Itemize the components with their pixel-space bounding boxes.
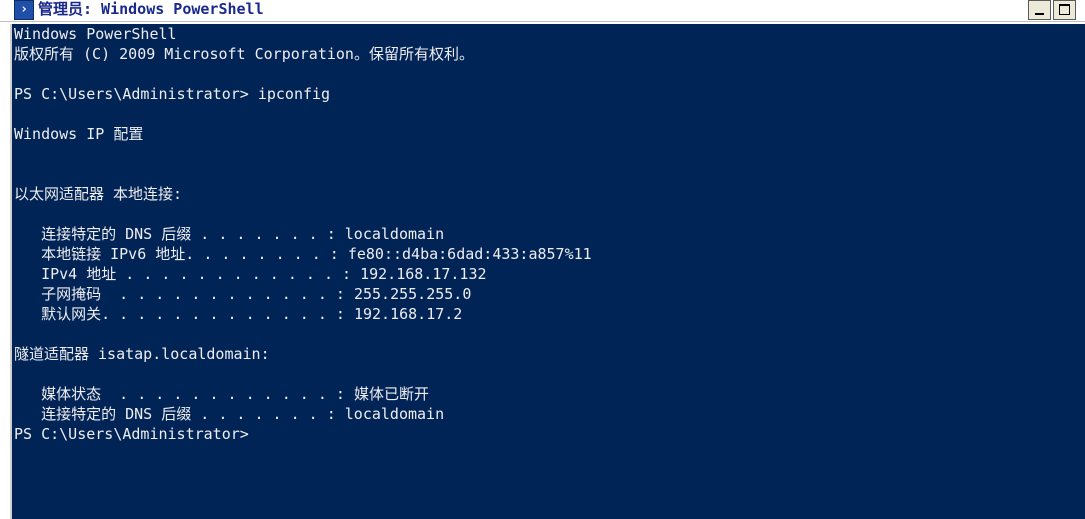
- minimize-button[interactable]: [1028, 0, 1051, 20]
- console-prompt-line[interactable]: PS C:\Users\Administrator>: [14, 424, 592, 444]
- console-line: 子网掩码 . . . . . . . . . . . . : 255.255.2…: [14, 285, 472, 303]
- console-line: IPv4 地址 . . . . . . . . . . . . : 192.16…: [14, 265, 487, 283]
- console-line: 连接特定的 DNS 后缀 . . . . . . . : localdomain: [14, 405, 445, 423]
- powershell-window: › 管理员: Windows PowerShell Windows PowerS…: [0, 0, 1085, 519]
- title-bar[interactable]: › 管理员: Windows PowerShell: [0, 0, 1085, 22]
- console-line: Windows PowerShell: [14, 25, 177, 43]
- console-line: 默认网关. . . . . . . . . . . . . : 192.168.…: [14, 305, 463, 323]
- console-line: Windows IP 配置: [14, 125, 144, 143]
- minimize-icon: [1035, 13, 1044, 15]
- powershell-icon[interactable]: ›: [14, 0, 34, 20]
- console-line: PS C:\Users\Administrator> ipconfig: [14, 85, 331, 103]
- window-title: 管理员: Windows PowerShell: [38, 0, 264, 18]
- console-line: 媒体状态 . . . . . . . . . . . . : 媒体已断开: [14, 385, 429, 403]
- console-line: 本地链接 IPv6 地址. . . . . . . . : fe80::d4ba…: [14, 245, 592, 263]
- console-line: 版权所有 (C) 2009 Microsoft Corporation。保留所有…: [14, 45, 474, 63]
- maximize-icon: [1059, 4, 1070, 15]
- console-output-area[interactable]: Windows PowerShell 版权所有 (C) 2009 Microso…: [10, 24, 1085, 519]
- maximize-button[interactable]: [1053, 0, 1076, 20]
- console-lines: Windows PowerShell 版权所有 (C) 2009 Microso…: [14, 24, 592, 444]
- console-line: 连接特定的 DNS 后缀 . . . . . . . : localdomain: [14, 225, 445, 243]
- console-line: 以太网适配器 本地连接:: [14, 185, 183, 203]
- console-line: 隧道适配器 isatap.localdomain:: [14, 345, 270, 363]
